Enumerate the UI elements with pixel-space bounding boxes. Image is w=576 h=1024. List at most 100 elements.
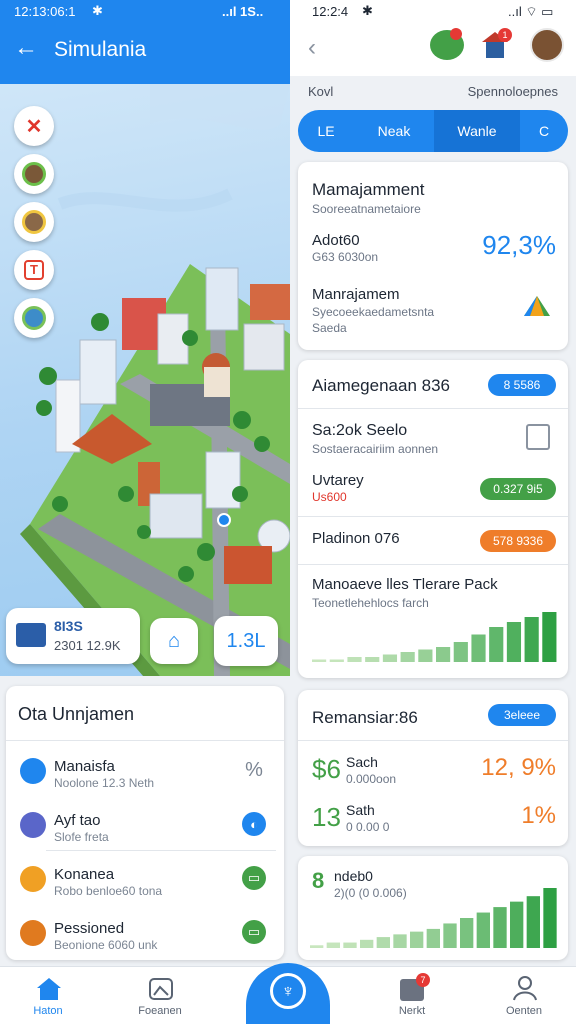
list-item-sub: Noolone 12.3 Neth: [54, 776, 155, 790]
tree-icon: ♆: [270, 973, 306, 1009]
nav-label: Haton: [33, 1005, 63, 1017]
city-map[interactable]: ✕ T 8I3S 2301 12.9K ⌂ 1.3L: [0, 84, 290, 676]
chart-bar: [393, 934, 407, 948]
list-item[interactable]: Pessioned Beonione 6060 unk ▭: [6, 906, 284, 960]
status-badge[interactable]: 578 9336: [480, 530, 556, 552]
chart-bar: [410, 931, 424, 948]
list-item-title: Konanea: [54, 866, 115, 883]
status-icons: ..ıl ⌔ ▭: [508, 4, 554, 19]
management-card: Mamajamment Sooreeatnametaiore Adot60 G6…: [298, 162, 568, 350]
chat-icon[interactable]: ▭: [242, 866, 266, 890]
sub-header-left: Kovl: [308, 84, 334, 99]
chart-bar: [443, 923, 457, 948]
status-badge[interactable]: 3eleee: [488, 704, 556, 726]
remansiar-card: Remansiar:86 3eleee $6 Sach 0.000oon 12,…: [298, 690, 568, 846]
person-group-icon[interactable]: [14, 298, 54, 338]
building-button[interactable]: ⌂: [150, 618, 198, 664]
card-title: Mamajamment: [312, 180, 425, 199]
tab-le[interactable]: LE: [298, 110, 354, 152]
chart-bar: [400, 652, 415, 662]
row1-value: 12, 9%: [481, 754, 556, 781]
chart-bar: [510, 901, 524, 948]
list-item[interactable]: Ayf tao Slofe freta ◐: [6, 798, 284, 852]
profile-pin-icon[interactable]: [14, 202, 54, 242]
right-app-bar: 12:2:4 ✱ ..ıl ⌔ ▭ ‹ 1: [290, 0, 576, 76]
nav-label: Nerkt: [398, 1005, 426, 1017]
group-icon: [20, 812, 46, 838]
page-title: Simulania: [54, 38, 147, 61]
tab-wanle[interactable]: Wanle: [434, 110, 520, 152]
status-time: 12:13:06:1: [14, 4, 76, 19]
row2-title: Manrajamem: [312, 286, 400, 303]
center-action-button[interactable]: ♆: [246, 963, 330, 1024]
row1-title: Sach: [346, 754, 378, 770]
chart-bar: [426, 928, 440, 948]
chart-bar: [493, 907, 507, 948]
map-value-card[interactable]: 1.3L: [214, 616, 278, 666]
divider: [298, 740, 568, 741]
row3-title: Pladinon 076: [312, 530, 400, 547]
list-item-sub: Beonione 6060 unk: [54, 938, 158, 952]
nav-foeanen[interactable]: Foeanen: [112, 967, 208, 1024]
row2-value: 1%: [521, 802, 556, 829]
chart-bar: [543, 888, 557, 948]
action-icon[interactable]: ◐: [242, 812, 266, 836]
badge-count: 1: [498, 28, 512, 42]
chart-bar: [506, 622, 522, 662]
coin-icon: [20, 866, 46, 892]
row2-sub: Syecoeekaedametsnta: [312, 305, 435, 319]
chart-bar: [326, 942, 340, 948]
back-arrow-icon[interactable]: ←: [14, 36, 38, 60]
row1-sub: 0.000oon: [346, 772, 397, 786]
avatar-pin-icon[interactable]: [14, 154, 54, 194]
avatar[interactable]: [530, 28, 564, 62]
summary-card: Aiamegenaan 836 8 5586 Sa:2ok Seelo Sost…: [298, 360, 568, 678]
chevron-left-icon[interactable]: ‹: [308, 34, 316, 62]
list-item-sub: Slofe freta: [54, 830, 109, 844]
row2-sub: 0 0.00 0: [346, 820, 390, 834]
chart-bar: [526, 896, 540, 948]
bottom-nav: Haton Foeanen ♆ 7 Nerkt Oenten: [0, 963, 576, 1024]
card-title: Aiamegenaan 836: [312, 376, 451, 395]
eye-icon: [20, 758, 46, 784]
nav-label: Oenten: [505, 1005, 543, 1017]
tab-neak[interactable]: Neak: [354, 110, 434, 152]
chart-bar: [360, 939, 374, 948]
image-icon: [149, 978, 173, 1000]
status-badge[interactable]: 0.327 9i5: [480, 478, 556, 500]
segmented-control: LE Neak Wanle C: [298, 110, 568, 152]
chat-icon[interactable]: ▭: [242, 920, 266, 944]
row2-sub: Us600: [312, 490, 347, 504]
left-summary-panel: Ota Unnjamen Manaisfa Noolone 12.3 Neth …: [6, 686, 284, 960]
map-info-card[interactable]: 8I3S 2301 12.9K: [6, 608, 140, 664]
red-t-icon[interactable]: T: [14, 250, 54, 290]
nav-oenten[interactable]: Oenten: [476, 967, 572, 1024]
row1-title: Sa:2ok Seelo: [312, 422, 408, 439]
chart-bar: [471, 634, 486, 662]
divider: [46, 850, 276, 851]
row2-title: Sath: [346, 802, 375, 818]
person-icon: [513, 976, 537, 1001]
nav-nerkt[interactable]: 7 Nerkt: [364, 967, 460, 1024]
row1-sub: Sostaeracairiim aonnen: [312, 442, 439, 456]
chart-bar: [476, 912, 490, 948]
chart-bar: [312, 659, 327, 662]
bluetooth-icon: ✱: [92, 3, 103, 18]
chart-bar: [365, 657, 380, 662]
badge-icon: [20, 920, 46, 946]
home-icon: [37, 978, 61, 1000]
clipboard-icon[interactable]: [526, 424, 550, 450]
metric-sub: G63 6030on: [312, 250, 379, 264]
bar-chart: [310, 888, 557, 948]
panel-title: Ota Unnjamen: [18, 704, 135, 724]
status-badge[interactable]: 8 5586: [488, 374, 556, 396]
chart-bar: [418, 649, 433, 662]
left-app-bar: 12:13:06:1 ✱ ..ıl 1S.. ← Simulania: [0, 0, 290, 84]
list-item[interactable]: Konanea Robo benloe60 tona ▭: [6, 852, 284, 906]
divider: [298, 516, 568, 517]
nav-home[interactable]: Haton: [0, 967, 96, 1024]
list-item[interactable]: Manaisfa Noolone 12.3 Neth %: [6, 744, 284, 798]
divider: [298, 564, 568, 565]
tab-c[interactable]: C: [520, 110, 568, 152]
close-x-icon[interactable]: ✕: [14, 106, 54, 146]
